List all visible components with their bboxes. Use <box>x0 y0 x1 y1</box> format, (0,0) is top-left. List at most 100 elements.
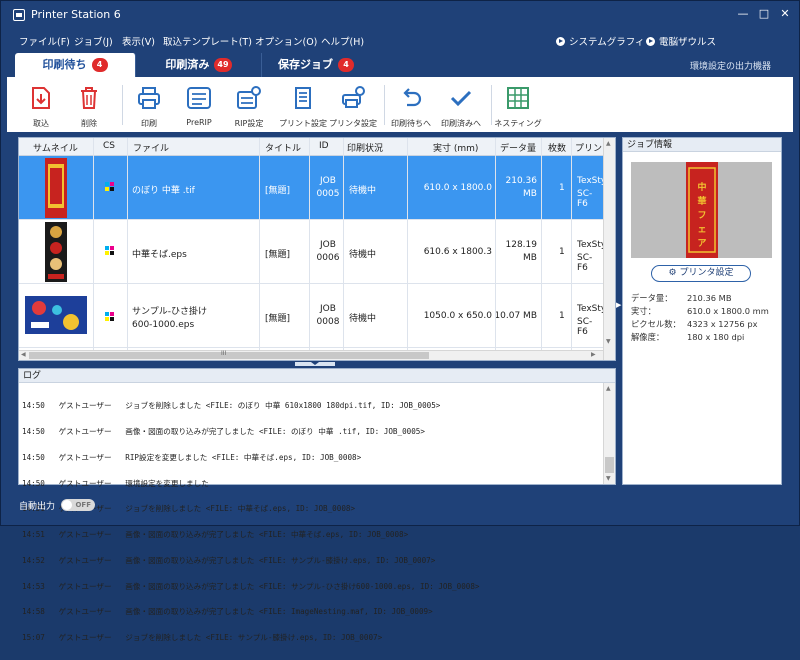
to-printed-label: 印刷済みへ <box>441 119 481 128</box>
table-row[interactable]: のぼり 中華 .tif [無題] JOB 0005 待機中 610.0 x 180… <box>19 156 603 220</box>
scroll-up-icon[interactable]: ▲ <box>606 385 611 392</box>
trash-icon <box>81 87 97 109</box>
import-label: 取込 <box>33 119 49 128</box>
auto-output-toggle[interactable]: OFF <box>61 499 95 511</box>
banner-char-3: フ <box>697 211 706 221</box>
printer-name: TexSty SC-F6 <box>577 304 603 337</box>
banner-char-5: ア <box>697 238 706 249</box>
tab-waiting-label: 印刷待ち <box>42 58 87 71</box>
log-line: 14:58 ゲストユーザー 画像・図面の取り込みが完了しました <FILE: I… <box>22 607 433 617</box>
menu-help[interactable]: ヘルプ(H) <box>321 34 364 48</box>
check-icon <box>450 90 472 107</box>
prerip-button[interactable]: PreRIP <box>175 83 223 131</box>
app-icon <box>13 9 25 21</box>
play-circle-icon <box>556 37 565 46</box>
scroll-thumb[interactable]: III <box>29 350 429 359</box>
gear-icon: ⚙ <box>668 268 677 278</box>
info-key: ピクセル数： <box>631 319 681 329</box>
col-data[interactable]: データ量 <box>500 141 536 154</box>
app-window: Printer Station 6 — □ ✕ ファイル(F) ジョブ(J) 表… <box>0 0 800 642</box>
menu-import-template[interactable]: 取込テンプレート(T) <box>163 34 252 48</box>
col-count[interactable]: 枚数 <box>548 141 566 154</box>
scroll-grip: III <box>221 350 227 357</box>
col-thumbnail[interactable]: サムネイル <box>33 141 78 154</box>
scroll-up-icon[interactable]: ▲ <box>606 140 611 147</box>
info-pixels: ピクセル数： 4323 x 12756 px <box>631 318 758 330</box>
col-status[interactable]: 印刷状況 <box>347 141 383 154</box>
tab-printed-label: 印刷済み <box>165 58 210 71</box>
rip-setting-button[interactable]: RIP設定 <box>225 83 273 131</box>
scroll-left-icon[interactable]: ◀ <box>21 351 26 358</box>
table-row[interactable]: サンプル-ひさ掛け 600-1000.eps [無題] JOB 0008 待機中 1… <box>19 284 603 348</box>
tab-waiting[interactable]: 印刷待ち 4 <box>15 53 136 77</box>
col-file[interactable]: ファイル <box>133 141 169 154</box>
column-divider <box>93 138 94 350</box>
minimize-button[interactable]: — <box>735 7 751 21</box>
import-button[interactable]: 取込 <box>17 83 65 131</box>
col-size[interactable]: 実寸 (mm) <box>433 141 478 154</box>
log-lines: 14:50 ゲストユーザー ジョブを削除しました <FILE: のぼり 中華 6… <box>22 385 480 660</box>
job-table-horizontal-scrollbar[interactable]: ◀ III ▶ <box>19 350 603 360</box>
job-title: [無題] <box>265 250 291 260</box>
prerip-label: PreRIP <box>186 118 212 127</box>
link-dennou-zaurus[interactable]: 電脳ザウルス <box>646 34 716 48</box>
column-divider <box>259 138 260 350</box>
delete-label: 削除 <box>81 119 97 128</box>
scroll-right-icon[interactable]: ▶ <box>591 351 596 358</box>
col-title[interactable]: タイトル <box>265 141 301 154</box>
output-device-setting[interactable]: 環境設定の出力機器 <box>690 59 771 72</box>
delete-button[interactable]: 削除 <box>65 83 113 131</box>
pane-splitter-handle[interactable] <box>295 361 335 366</box>
info-value: 180 x 180 dpi <box>687 332 745 342</box>
tab-printed[interactable]: 印刷済み 49 <box>136 53 262 77</box>
info-value: 610.0 x 1800.0 mm <box>687 306 769 316</box>
col-cs[interactable]: CS <box>103 141 115 151</box>
maximize-button[interactable]: □ <box>756 7 772 21</box>
data-size-value: 128.19 <box>505 240 538 250</box>
print-setting-button[interactable]: プリント設定 <box>279 83 327 131</box>
menu-bar: ファイル(F) ジョブ(J) 表示(V) 取込テンプレート(T) オプション(O… <box>1 29 799 51</box>
printer-name-line2: SC-F6 <box>577 253 593 273</box>
col-printer[interactable]: プリン <box>575 141 602 154</box>
menu-job[interactable]: ジョブ(J) <box>74 34 113 48</box>
printer-settings-label: プリンタ設定 <box>679 268 734 278</box>
job-table-vertical-scrollbar[interactable]: ▲ ▼ <box>603 138 615 360</box>
job-preview: 中 華 フ ェ ア <box>631 162 772 258</box>
col-id[interactable]: ID <box>319 141 329 151</box>
menu-options[interactable]: オプション(O) <box>255 34 317 48</box>
menu-file[interactable]: ファイル(F) <box>19 34 70 48</box>
scroll-thumb[interactable] <box>605 457 614 473</box>
scroll-down-icon[interactable]: ▼ <box>606 338 611 345</box>
log-line: 14:51 ゲストユーザー 画像・図面の取り込みが完了しました <FILE: 中… <box>22 530 409 540</box>
rip-setting-label: RIP設定 <box>234 119 264 128</box>
to-printed-button[interactable]: 印刷済みへ <box>437 83 485 131</box>
actual-size: 610.0 x 1800.0 <box>423 183 492 193</box>
to-waiting-button[interactable]: 印刷待ちへ <box>387 83 435 131</box>
tab-saved[interactable]: 保存ジョブ 4 <box>262 53 370 77</box>
job-id: JOB 0005 <box>315 176 341 199</box>
count-badge: 49 <box>214 58 232 72</box>
link-system-graphy[interactable]: システムグラフィ <box>556 34 645 48</box>
printer-setting-button[interactable]: プリンタ設定 <box>329 83 377 131</box>
data-size: 10.07 MB <box>494 311 537 321</box>
nesting-grid-icon <box>507 87 529 109</box>
link-system-graphy-label: システムグラフィ <box>569 37 645 48</box>
scroll-down-icon[interactable]: ▼ <box>606 475 611 482</box>
file-name: のぼり 中華 .tif <box>132 186 195 196</box>
log-line: 14:50 ゲストユーザー ジョブを削除しました <FILE: のぼり 中華 6… <box>22 401 441 411</box>
info-key: 解像度： <box>631 332 665 342</box>
close-button[interactable]: ✕ <box>777 7 793 21</box>
log-scrollbar[interactable]: ▲ ▼ <box>603 383 615 484</box>
printer-settings-button[interactable]: ⚙ プリンタ設定 <box>651 265 751 282</box>
nesting-button[interactable]: ネスティング <box>494 83 542 131</box>
data-size-value: 210.36 <box>505 176 538 186</box>
banner-char-1: 中 <box>697 181 706 193</box>
toolbar-divider <box>122 85 123 125</box>
printer-name-line2: SC-F6 <box>577 189 593 209</box>
column-divider <box>571 138 572 350</box>
info-value: 4323 x 12756 px <box>687 319 758 329</box>
menu-view[interactable]: 表示(V) <box>122 34 155 48</box>
print-button[interactable]: 印刷 <box>125 83 173 131</box>
printer-name: TexSty SC-F6 <box>577 240 603 273</box>
table-row[interactable]: 中華そば.eps [無題] JOB 0006 待機中 610.6 x 1800.3… <box>19 220 603 284</box>
